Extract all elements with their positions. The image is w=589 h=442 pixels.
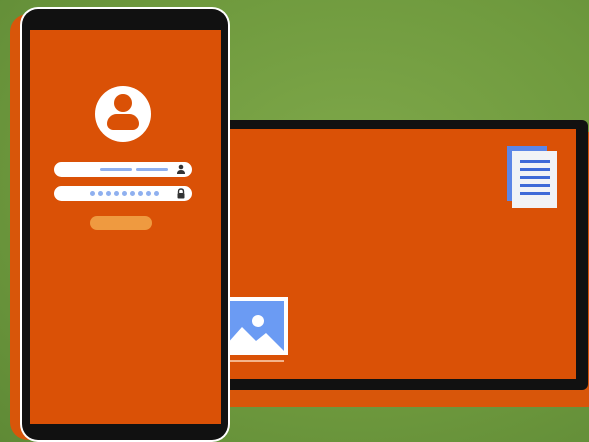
document-line [520, 192, 550, 195]
user-icon-body [107, 114, 139, 130]
lock-icon [177, 188, 185, 199]
image-icon[interactable] [222, 297, 288, 355]
username-placeholder-dash [100, 168, 132, 171]
user-icon-head [114, 94, 132, 112]
password-dot [106, 191, 111, 196]
password-dot [114, 191, 119, 196]
password-dot [138, 191, 143, 196]
password-dot [130, 191, 135, 196]
password-dot [90, 191, 95, 196]
password-field[interactable] [54, 186, 192, 201]
password-dot [154, 191, 159, 196]
password-dot [146, 191, 151, 196]
user-icon [177, 164, 185, 174]
username-field[interactable] [54, 162, 192, 177]
document-line [520, 184, 550, 187]
image-caption-line [230, 360, 284, 362]
login-button[interactable] [90, 216, 152, 230]
document-line [520, 168, 550, 171]
document-icon[interactable] [512, 151, 557, 208]
password-dot [98, 191, 103, 196]
avatar [95, 86, 151, 142]
document-line [520, 160, 550, 163]
username-placeholder-dash [136, 168, 168, 171]
document-line [520, 176, 550, 179]
mountain-sun-icon [226, 315, 284, 351]
image-thumbnail [226, 301, 284, 351]
password-dot [122, 191, 127, 196]
